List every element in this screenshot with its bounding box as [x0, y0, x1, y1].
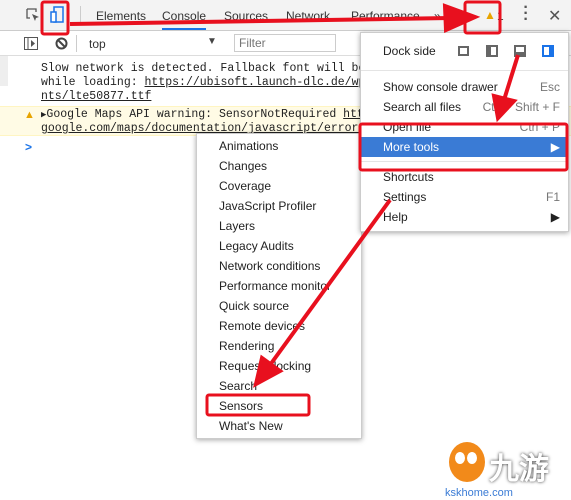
- watermark-logo: 九游 kskhome.com: [445, 440, 571, 500]
- annotation-box-device: [40, 0, 70, 36]
- annotation-box-more-tools: [358, 122, 569, 172]
- annotation-overlay: [40, 0, 569, 417]
- annotation-arrow: [69, 16, 451, 26]
- annotation-box-sensors: [205, 393, 311, 417]
